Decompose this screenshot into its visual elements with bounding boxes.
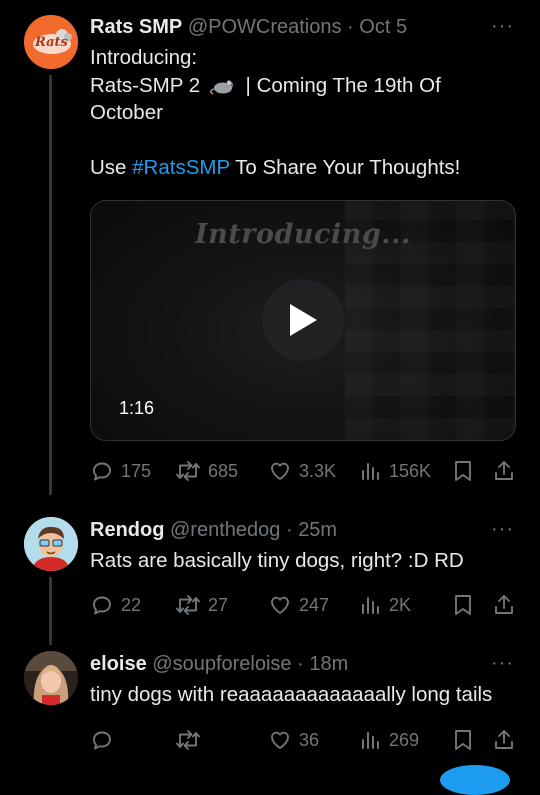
action-bar: 36 269 bbox=[90, 725, 518, 755]
text-line: October bbox=[90, 101, 163, 124]
separator: · bbox=[347, 16, 354, 38]
share-button[interactable] bbox=[492, 590, 516, 620]
compose-button[interactable] bbox=[440, 765, 510, 795]
tweet-text: tiny dogs with reaaaaaaaaaaaaally long t… bbox=[90, 683, 493, 706]
bookmark-icon bbox=[455, 461, 471, 481]
reply-icon bbox=[93, 731, 111, 750]
reply-icon bbox=[93, 596, 111, 615]
tweet-reply[interactable]: Rendog @renthedog · 25m ··· Rats are bas… bbox=[0, 500, 540, 645]
rats-smp-logo: Rats bbox=[24, 15, 78, 69]
more-options-icon[interactable]: ··· bbox=[491, 518, 514, 541]
views-button[interactable]: 156K bbox=[358, 456, 431, 486]
reply-button[interactable] bbox=[90, 725, 121, 755]
repost-count: 685 bbox=[208, 460, 239, 481]
text-line: Use #RatsSMP To Share Your Thoughts! bbox=[90, 156, 461, 179]
reply-button[interactable]: 22 bbox=[90, 590, 141, 620]
reply-button[interactable]: 175 bbox=[90, 456, 151, 486]
repost-button[interactable] bbox=[175, 725, 208, 755]
heart-icon bbox=[271, 596, 289, 614]
views-icon bbox=[362, 597, 379, 614]
timestamp[interactable]: 18m bbox=[309, 653, 348, 675]
rat-icon bbox=[209, 80, 234, 95]
like-button[interactable]: 247 bbox=[268, 590, 329, 620]
tweet-text: Introducing: Rats-SMP 2 | Coming The 19t… bbox=[90, 44, 510, 182]
repost-icon bbox=[176, 730, 200, 750]
tweet-header: Rats SMP @POWCreations · Oct 5 bbox=[90, 16, 520, 42]
tweet-header: Rendog @renthedog · 25m bbox=[90, 519, 520, 545]
like-count: 247 bbox=[299, 594, 330, 615]
view-count: 269 bbox=[389, 729, 420, 750]
reply-count: 22 bbox=[121, 594, 142, 615]
text-line: Rats-SMP 2 | Coming The 19th Of bbox=[90, 73, 441, 97]
bookmark-icon bbox=[455, 595, 471, 615]
share-button[interactable] bbox=[492, 725, 516, 755]
share-icon bbox=[495, 461, 513, 480]
share-button[interactable] bbox=[492, 456, 516, 486]
thread-line bbox=[49, 75, 52, 495]
video-duration: 1:16 bbox=[119, 398, 155, 418]
like-count: 3.3K bbox=[299, 460, 337, 481]
share-icon bbox=[495, 595, 513, 614]
tweet-reply[interactable]: eloise @soupforeloise · 18m ··· tiny dog… bbox=[0, 635, 540, 773]
repost-icon bbox=[176, 461, 200, 481]
share-icon bbox=[495, 730, 513, 749]
hashtag-link[interactable]: #RatsSMP bbox=[132, 156, 230, 179]
action-bar: 22 27 247 2K bbox=[90, 590, 518, 620]
bookmark-icon bbox=[455, 730, 471, 750]
svg-text:Rats: Rats bbox=[34, 35, 69, 50]
video-overlay-title: Introducing... bbox=[195, 219, 411, 250]
repost-count: 27 bbox=[208, 594, 229, 615]
display-name[interactable]: Rendog bbox=[90, 519, 164, 541]
eloise-avatar bbox=[24, 651, 78, 705]
avatar[interactable] bbox=[24, 517, 78, 571]
handle[interactable]: @POWCreations bbox=[188, 16, 342, 38]
tweet-text: Rats are basically tiny dogs, right? :D … bbox=[90, 549, 464, 572]
avatar[interactable] bbox=[24, 651, 78, 705]
like-button[interactable]: 36 bbox=[268, 725, 319, 755]
heart-icon bbox=[271, 731, 289, 749]
bookmark-button[interactable] bbox=[452, 590, 474, 620]
views-icon bbox=[362, 463, 379, 480]
view-count: 2K bbox=[389, 594, 412, 615]
repost-button[interactable]: 27 bbox=[175, 590, 228, 620]
play-button[interactable] bbox=[262, 279, 344, 361]
like-count: 36 bbox=[299, 729, 320, 750]
handle[interactable]: @soupforeloise bbox=[152, 653, 291, 675]
views-button[interactable]: 269 bbox=[358, 725, 419, 755]
timestamp[interactable]: Oct 5 bbox=[359, 16, 407, 38]
display-name[interactable]: Rats SMP bbox=[90, 16, 182, 38]
tweet-main[interactable]: Rats Rats SMP @POWCreations · Oct 5 ··· … bbox=[0, 0, 540, 500]
like-button[interactable]: 3.3K bbox=[268, 456, 336, 486]
text-line: Introducing: bbox=[90, 46, 198, 69]
separator: · bbox=[297, 653, 304, 675]
views-icon bbox=[362, 732, 379, 749]
repost-button[interactable]: 685 bbox=[175, 456, 238, 486]
views-button[interactable]: 2K bbox=[358, 590, 411, 620]
separator: · bbox=[285, 519, 293, 541]
video-player[interactable]: Introducing... 1:16 bbox=[90, 200, 516, 441]
reply-icon bbox=[93, 462, 111, 481]
bookmark-button[interactable] bbox=[452, 456, 474, 486]
heart-icon bbox=[271, 462, 289, 480]
bookmark-button[interactable] bbox=[452, 725, 474, 755]
more-options-icon[interactable]: ··· bbox=[491, 652, 514, 675]
reply-count: 175 bbox=[121, 460, 152, 481]
display-name[interactable]: eloise bbox=[90, 653, 147, 675]
handle[interactable]: @renthedog bbox=[170, 519, 280, 541]
view-count: 156K bbox=[389, 460, 432, 481]
repost-icon bbox=[176, 595, 200, 615]
timestamp[interactable]: 25m bbox=[298, 519, 337, 541]
avatar[interactable]: Rats bbox=[24, 15, 78, 69]
action-bar: 175 685 3.3K 156K bbox=[90, 456, 518, 486]
more-options-icon[interactable]: ··· bbox=[491, 15, 514, 38]
rendog-avatar bbox=[24, 517, 78, 571]
tweet-header: eloise @soupforeloise · 18m bbox=[90, 653, 520, 679]
play-icon bbox=[290, 304, 317, 336]
